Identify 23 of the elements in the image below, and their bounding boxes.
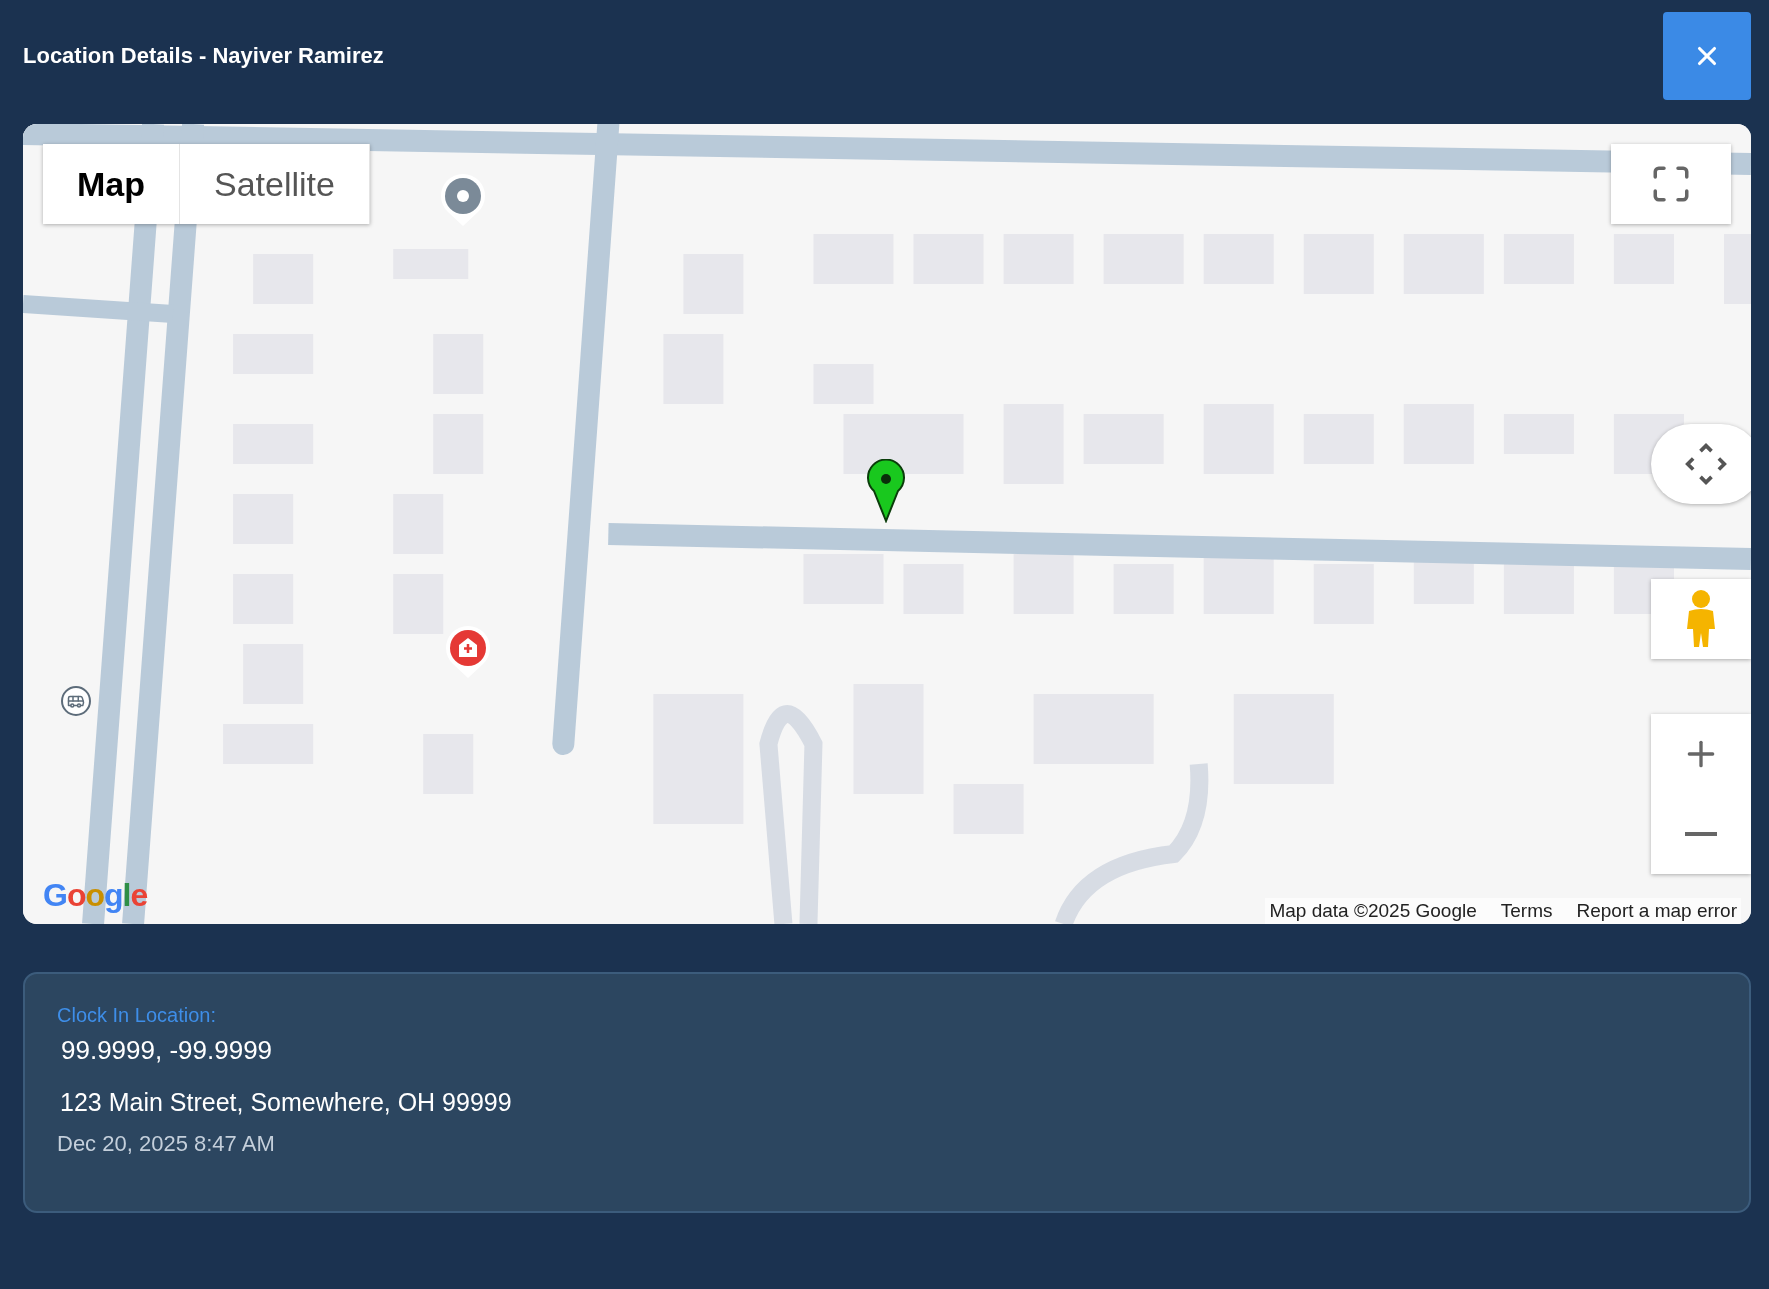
dialog-title: Location Details - Nayiver Ramirez xyxy=(23,43,384,69)
minus-icon xyxy=(1685,832,1717,836)
map-attribution-link[interactable]: Map data ©2025 Google xyxy=(1269,900,1477,922)
map-type-tab[interactable]: Map xyxy=(43,144,180,224)
clock-in-label: Clock In Location: xyxy=(57,1004,217,1027)
zoom-in-button[interactable] xyxy=(1651,714,1751,794)
map-attribution-link[interactable]: Report a map error xyxy=(1576,900,1737,922)
hospital-pin-icon[interactable] xyxy=(443,624,493,680)
map-attribution-link[interactable]: Terms xyxy=(1500,900,1553,922)
location-pin-icon[interactable] xyxy=(866,459,906,523)
pegman-button[interactable] xyxy=(1651,579,1751,659)
timestamp-text: Dec 20, 2025 8:47 AM xyxy=(57,1131,276,1157)
building-footprint xyxy=(1503,564,1574,614)
coordinates-text: 99.9999, -99.9999 xyxy=(61,1035,274,1066)
map-logo: Google xyxy=(43,877,148,914)
close-button[interactable] xyxy=(1663,12,1751,100)
building-footprint xyxy=(1013,554,1074,614)
address-text: 123 Main Street, Somewhere, OH 99999 xyxy=(60,1088,513,1117)
building-footprint xyxy=(1724,234,1751,304)
place-pin-icon[interactable] xyxy=(438,172,488,228)
map-type-tab[interactable]: Satellite xyxy=(180,144,370,224)
four-arrows-icon xyxy=(1684,442,1728,486)
fullscreen-button[interactable] xyxy=(1611,144,1731,224)
